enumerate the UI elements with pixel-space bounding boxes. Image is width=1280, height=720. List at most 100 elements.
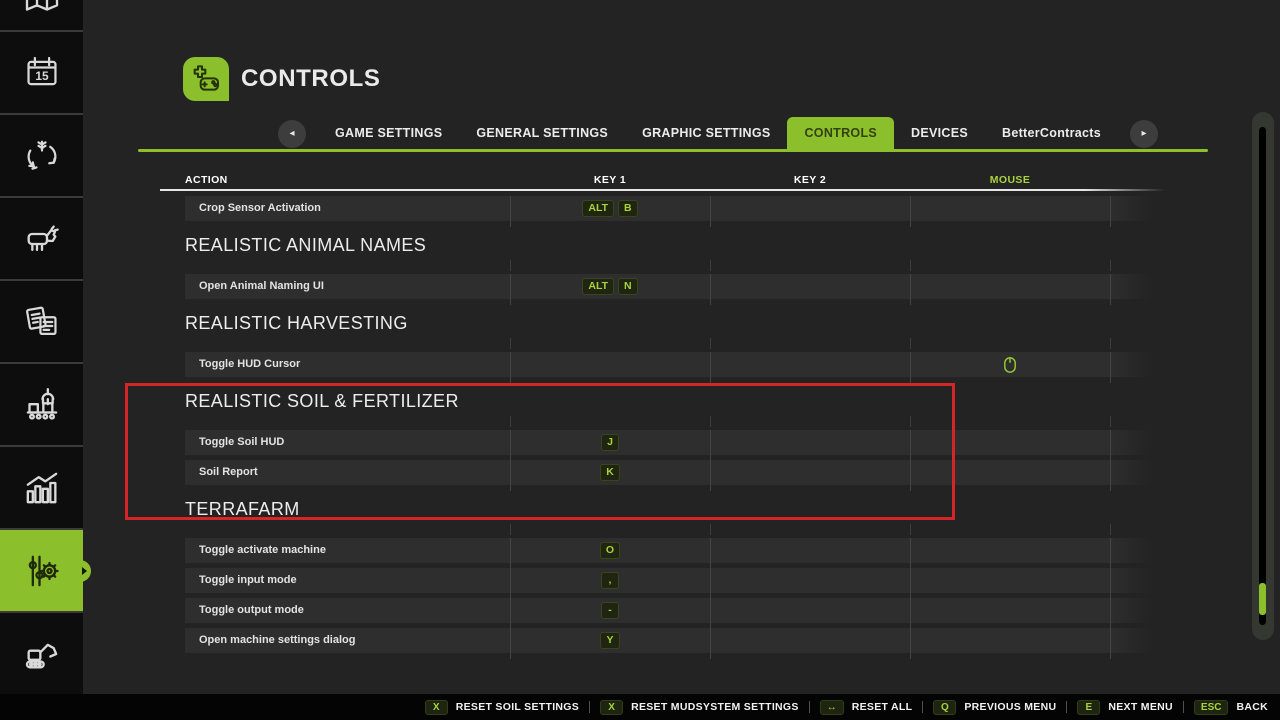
- tab-strip: ◂ GAME SETTINGS GENERAL SETTINGS GRAPHIC…: [266, 117, 1170, 150]
- sidebar-item-settings[interactable]: [0, 528, 83, 611]
- sidebar: 15: [0, 0, 83, 694]
- column-tick: [510, 260, 511, 271]
- gamepad-icon: [190, 63, 222, 95]
- reset-mudsystem-settings-button[interactable]: X RESET MUDSYSTEM SETTINGS: [600, 700, 799, 715]
- keybind-row[interactable]: Toggle activate machineO: [185, 538, 1170, 563]
- controls-page-icon: [183, 57, 229, 101]
- column-divider: [710, 568, 711, 599]
- tabs-next-button[interactable]: ▸: [1130, 120, 1158, 148]
- column-divider: [1110, 628, 1111, 659]
- column-divider: [710, 352, 711, 383]
- back-button[interactable]: ESC BACK: [1194, 700, 1268, 715]
- sidebar-item-production[interactable]: [0, 362, 83, 445]
- scrollbar: [1252, 112, 1274, 640]
- column-tick: [1110, 416, 1111, 427]
- column-header-action: ACTION: [185, 174, 228, 186]
- mouse-icon: [1003, 356, 1017, 374]
- tab-controls[interactable]: CONTROLS: [787, 117, 894, 150]
- column-divider: [510, 352, 511, 383]
- double-arrow-key-badge: ↔: [820, 700, 844, 715]
- sidebar-item-crop-rotation[interactable]: [0, 113, 83, 196]
- next-menu-label: NEXT MENU: [1108, 701, 1173, 713]
- reset-soil-settings-label: RESET SOIL SETTINGS: [456, 701, 579, 713]
- contracts-icon: [23, 303, 61, 341]
- column-header-key1: KEY 1: [510, 174, 710, 186]
- x-key-badge: X: [425, 700, 448, 715]
- key-badge: B: [618, 200, 638, 217]
- column-divider: [1110, 538, 1111, 569]
- column-tick: [910, 524, 911, 535]
- back-label: BACK: [1236, 701, 1268, 713]
- tab-devices[interactable]: DEVICES: [894, 117, 985, 150]
- q-key-badge: Q: [933, 700, 956, 715]
- key-cell: ,: [510, 568, 710, 593]
- column-divider: [710, 274, 711, 305]
- reset-soil-settings-button[interactable]: X RESET SOIL SETTINGS: [425, 700, 579, 715]
- column-header-mouse: MOUSE: [910, 174, 1110, 186]
- keybind-row[interactable]: Toggle input mode,: [185, 568, 1170, 593]
- action-label: Toggle output mode: [199, 598, 304, 623]
- key-cell: [910, 352, 1110, 377]
- action-label: Toggle input mode: [199, 568, 297, 593]
- keybind-row[interactable]: Toggle output mode -: [185, 598, 1170, 623]
- section-title: REALISTIC ANIMAL NAMES: [185, 235, 1170, 257]
- column-divider: [1110, 598, 1111, 629]
- sidebar-item-calendar[interactable]: 15: [0, 30, 83, 113]
- key-cell: -: [510, 598, 710, 623]
- section-title: REALISTIC HARVESTING: [185, 313, 1170, 335]
- sidebar-item-statistics[interactable]: [0, 445, 83, 528]
- column-divider: [910, 628, 911, 659]
- statistics-icon: [22, 468, 62, 508]
- keybind-row[interactable]: Open Animal Naming UIALTN: [185, 274, 1170, 299]
- column-divider: [910, 568, 911, 599]
- key-cell: Y: [510, 628, 710, 653]
- sidebar-item-map[interactable]: [0, 0, 83, 30]
- scrollbar-track[interactable]: [1259, 127, 1266, 625]
- calendar-icon: 15: [23, 54, 61, 92]
- key-badge: N: [618, 278, 638, 295]
- highlight-rectangle: [125, 383, 955, 520]
- column-tick: [910, 260, 911, 271]
- production-icon: [22, 385, 62, 425]
- column-tick: [710, 338, 711, 349]
- separator: [922, 701, 923, 713]
- keybind-row[interactable]: Toggle HUD Cursor: [185, 352, 1170, 377]
- construction-icon: [22, 634, 62, 674]
- key-cell: ALTN: [510, 274, 710, 299]
- page-title: CONTROLS: [241, 65, 380, 93]
- scrollbar-thumb[interactable]: [1259, 583, 1266, 615]
- tab-general-settings[interactable]: GENERAL SETTINGS: [459, 117, 625, 150]
- settings-icon: [22, 551, 62, 591]
- tab-bettercontracts[interactable]: BetterContracts: [985, 117, 1118, 150]
- tab-game-settings[interactable]: GAME SETTINGS: [318, 117, 459, 150]
- column-divider: [710, 598, 711, 629]
- action-label: Open machine settings dialog: [199, 628, 355, 653]
- column-tick: [710, 524, 711, 535]
- keybind-row[interactable]: Open machine settings dialog Y: [185, 628, 1170, 653]
- reset-mudsystem-settings-label: RESET MUDSYSTEM SETTINGS: [631, 701, 799, 713]
- bottom-bar: X RESET SOIL SETTINGS X RESET MUDSYSTEM …: [0, 694, 1280, 720]
- sidebar-item-construction[interactable]: [0, 611, 83, 694]
- column-tick: [1110, 338, 1111, 349]
- column-tick: [910, 338, 911, 349]
- x-key-badge: X: [600, 700, 623, 715]
- previous-menu-button[interactable]: Q PREVIOUS MENU: [933, 700, 1056, 715]
- tabs-prev-button[interactable]: ◂: [278, 120, 306, 148]
- column-divider: [910, 196, 911, 227]
- next-menu-button[interactable]: E NEXT MENU: [1077, 700, 1173, 715]
- column-header-key2: KEY 2: [710, 174, 910, 186]
- separator: [589, 701, 590, 713]
- reset-all-button[interactable]: ↔ RESET ALL: [820, 700, 913, 715]
- column-tick: [1110, 260, 1111, 271]
- sidebar-item-contracts[interactable]: [0, 279, 83, 362]
- crop-rotation-icon: [23, 137, 61, 175]
- key-badge: O: [600, 542, 620, 559]
- sidebar-item-animals[interactable]: [0, 196, 83, 279]
- tab-graphic-settings[interactable]: GRAPHIC SETTINGS: [625, 117, 787, 150]
- keybind-row[interactable]: Crop Sensor ActivationALTB: [185, 196, 1170, 221]
- previous-menu-label: PREVIOUS MENU: [964, 701, 1056, 713]
- column-divider: [1110, 196, 1111, 227]
- key-cell: ALTB: [510, 196, 710, 221]
- column-divider: [710, 196, 711, 227]
- column-tick: [510, 524, 511, 535]
